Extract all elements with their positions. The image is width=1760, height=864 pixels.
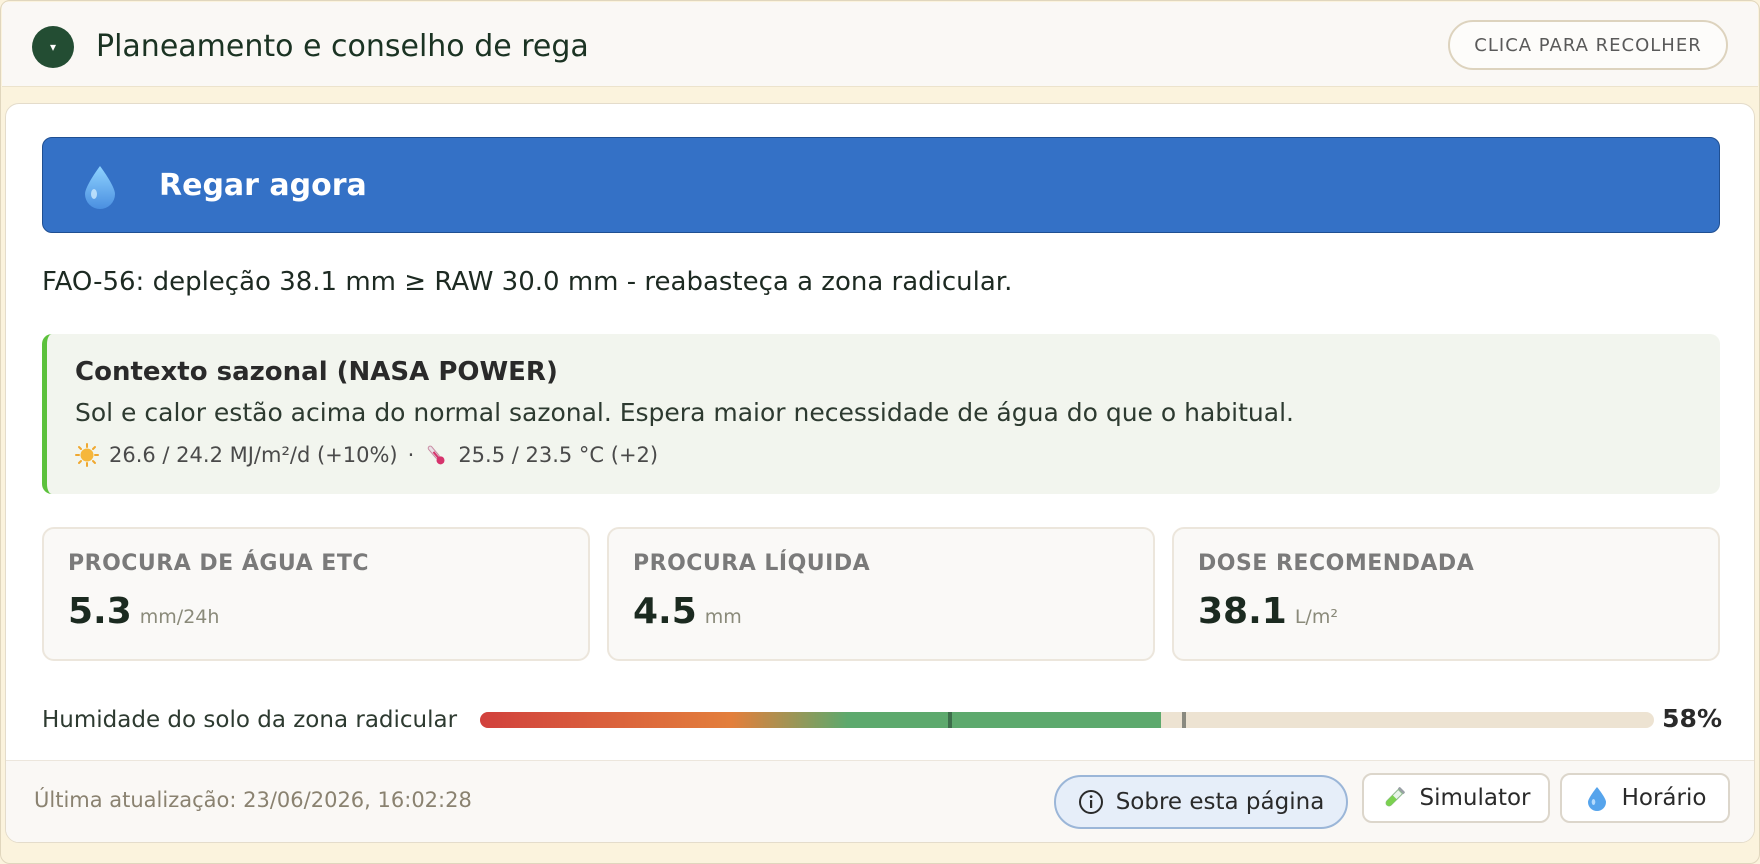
fao-advice-text: FAO-56: depleção 38.1 mm ≥ RAW 30.0 mm -… [42,267,1013,297]
stat-value: 38.1 L/m² [1198,589,1338,635]
seasonal-context-title: Contexto sazonal (NASA POWER) [75,357,558,387]
metric-separator: · [407,443,415,467]
simulator-button[interactable]: Simulator [1362,773,1550,823]
soil-moisture-percent: 58% [1662,704,1722,733]
stat-card-net-demand: PROCURA LÍQUIDA 4.5 mm [607,527,1155,661]
stat-card-recommended-dose: DOSE RECOMENDADA 38.1 L/m² [1172,527,1720,661]
stat-number: 5.3 [68,591,132,632]
seasonal-metrics: 26.6 / 24.2 MJ/m²/d (+10%) · 25.5 / 23.5… [75,440,658,470]
thermometer-icon [428,445,445,465]
stat-number: 38.1 [1198,591,1287,632]
soil-moisture-bar [480,712,1654,728]
stat-label: PROCURA DE ÁGUA ETC [68,551,369,576]
stat-label: DOSE RECOMENDADA [1198,551,1475,576]
collapse-toggle-icon[interactable]: ▾ [32,26,74,68]
chevron-down-icon: ▾ [49,40,57,54]
stat-value: 5.3 mm/24h [68,589,219,635]
stat-card-etc: PROCURA DE ÁGUA ETC 5.3 mm/24h [42,527,590,661]
about-page-button[interactable]: Sobre esta página [1054,775,1348,829]
test-tube-icon [1386,787,1406,807]
banner-label: Regar agora [159,168,367,203]
info-icon [1078,790,1103,814]
collapse-button[interactable]: CLICA PARA RECOLHER [1448,20,1728,70]
seasonal-context-box: Contexto sazonal (NASA POWER) Sol e calo… [42,334,1720,494]
soil-moisture-threshold-marker [947,712,952,728]
soil-moisture-label: Humidade do solo da zona radicular [42,707,458,733]
radiation-value: 26.6 / 24.2 MJ/m²/d (+10%) [109,443,398,467]
sun-icon [75,443,99,467]
schedule-button[interactable]: Horário [1560,773,1730,823]
simulator-label: Simulator [1419,785,1531,811]
stat-unit: mm/24h [139,606,220,628]
panel-title: Planeamento e conselho de rega [96,29,589,64]
water-drop-icon [85,166,115,209]
stat-value: 4.5 mm [633,589,742,635]
schedule-label: Horário [1621,785,1707,811]
stat-label: PROCURA LÍQUIDA [633,551,871,576]
soil-moisture-target-marker [1182,712,1187,728]
about-page-label: Sobre esta página [1115,789,1325,815]
panel-header[interactable]: ▾ Planeamento e conselho de rega CLICA P… [2,2,1758,87]
irrigation-panel: ▾ Planeamento e conselho de rega CLICA P… [0,0,1760,864]
temperature-value: 25.5 / 23.5 °C (+2) [458,443,659,467]
last-updated-text: Última atualização: 23/06/2026, 16:02:28 [34,788,472,812]
irrigation-status-banner: Regar agora [42,137,1720,233]
stat-unit: L/m² [1294,606,1338,628]
seasonal-context-description: Sol e calor estão acima do normal sazona… [75,398,1294,427]
stat-number: 4.5 [633,591,697,632]
advice-card: Regar agora FAO-56: depleção 38.1 mm ≥ R… [5,103,1755,843]
soil-moisture-fill [480,712,1161,728]
stat-unit: mm [704,606,742,628]
water-drop-icon [1587,787,1606,811]
panel-footer: Última atualização: 23/06/2026, 16:02:28… [6,760,1754,842]
